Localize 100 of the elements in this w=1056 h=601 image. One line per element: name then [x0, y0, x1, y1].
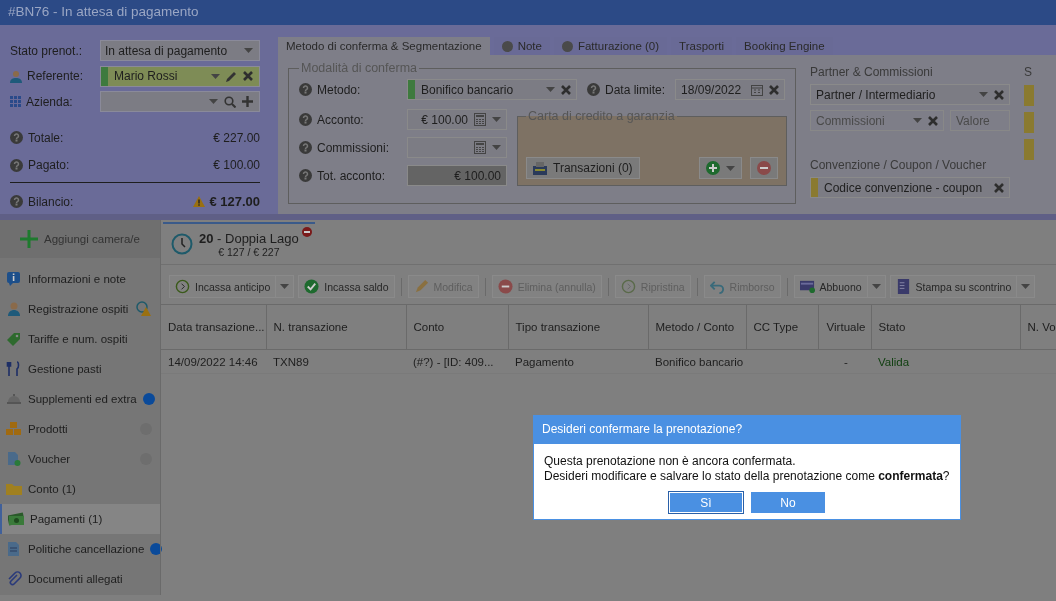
sidebar-item[interactable]: Informazioni e note: [0, 264, 160, 294]
column-header[interactable]: Metodo / Conto: [648, 304, 746, 350]
transactions-button[interactable]: Transazioni (0): [526, 157, 640, 179]
caret-icon: [492, 145, 501, 150]
help-icon: [299, 169, 312, 182]
partner-select[interactable]: Partner / Intermediario: [810, 84, 1010, 105]
clock-icon: [620, 279, 636, 294]
pencil-icon[interactable]: [226, 70, 237, 82]
plus-circle-icon: [706, 161, 720, 175]
close-icon[interactable]: [243, 71, 253, 82]
sidebar-item[interactable]: Gestione pasti: [0, 354, 160, 384]
metodo-select[interactable]: Bonifico bancario: [407, 79, 577, 100]
total-value: € 227.00: [213, 130, 260, 145]
acconto-field[interactable]: € 100.00: [407, 109, 507, 130]
total-label: Pagato:: [28, 158, 70, 173]
table-cell: Pagamento: [508, 349, 648, 374]
column-header[interactable]: Tipo transazione: [508, 304, 648, 350]
help-icon: [299, 83, 312, 96]
dialog-button[interactable]: Sì: [669, 492, 743, 513]
help-icon: [299, 141, 312, 154]
table-cell: TXN89: [266, 349, 406, 374]
search-icon[interactable]: [224, 95, 236, 108]
caret-icon: [492, 117, 501, 122]
status-select[interactable]: In attesa di pagamento: [100, 40, 260, 62]
select-field[interactable]: [1024, 112, 1034, 133]
date-field[interactable]: 18/09/2022: [675, 79, 786, 100]
help-icon: [587, 83, 600, 96]
toolbar-button[interactable]: Incassa anticipo: [169, 275, 295, 298]
minus-circle-icon: [757, 161, 771, 175]
sidebar-item[interactable]: Prodotti: [0, 414, 160, 444]
column-header[interactable]: N. transazione: [266, 304, 406, 350]
document-check-icon: [6, 451, 22, 467]
toolbar-button[interactable]: Incassa saldo: [298, 275, 395, 298]
convention-field[interactable]: Codice convenzione - coupon: [810, 177, 1010, 198]
caret-icon: [1021, 284, 1031, 289]
close-icon[interactable]: [994, 182, 1004, 193]
referente-select[interactable]: Mario Rossi: [100, 65, 260, 87]
close-icon[interactable]: [561, 84, 571, 95]
person-icon: [10, 69, 22, 83]
field-label: Stato prenot.:: [10, 43, 84, 58]
section-heading: Convenzione / Coupon / Voucher: [810, 158, 988, 172]
room-amounts: € 127 / € 227: [218, 245, 280, 258]
caret-icon: [871, 284, 881, 289]
column-header[interactable]: N. Vo: [1020, 304, 1056, 350]
total-value: € 100.00: [213, 158, 260, 173]
caret-icon: [546, 87, 555, 92]
column-header[interactable]: Data transazione...: [161, 304, 266, 350]
remove-icon[interactable]: [302, 227, 312, 237]
field-label: Referente:: [27, 69, 84, 84]
paperclip-icon: [6, 571, 22, 587]
calculator-icon[interactable]: [474, 113, 486, 126]
plus-icon[interactable]: [242, 96, 253, 108]
remove-button[interactable]: [750, 157, 778, 179]
check-icon: [304, 279, 320, 294]
calculator-icon[interactable]: [474, 141, 486, 154]
sidebar-item[interactable]: Registrazione ospiti: [0, 294, 160, 324]
select-field[interactable]: [1024, 139, 1034, 160]
field-label: Data limite:: [605, 82, 666, 97]
dialog-button[interactable]: No: [751, 492, 825, 513]
room-title: 20 - Doppia Lago: [199, 230, 299, 246]
add-room-button[interactable]: Aggiungi camera/e: [0, 220, 160, 258]
close-icon[interactable]: [769, 84, 780, 95]
toolbar-button[interactable]: Abbuono: [793, 275, 886, 298]
undo-arrow-icon: [709, 279, 725, 294]
commissioni-field[interactable]: [407, 137, 507, 158]
commission-select[interactable]: Commissioni: [810, 110, 944, 131]
tag-icon: [6, 331, 22, 347]
column-header[interactable]: Stato: [871, 304, 1020, 350]
sidebar-item[interactable]: Pagamenti (1): [0, 504, 160, 534]
sidebar-item[interactable]: Tariffe e num. ospiti: [0, 324, 160, 354]
calendar-icon[interactable]: [751, 83, 764, 96]
sidebar-item[interactable]: Conto (1): [0, 474, 160, 504]
tab[interactable]: Metodo di conferma & Segmentazione: [278, 37, 490, 55]
azienda-select[interactable]: [100, 91, 260, 113]
close-icon[interactable]: [928, 115, 938, 126]
section-heading: S: [1024, 65, 1033, 79]
sidebar-item[interactable]: Supplementi ed extra: [0, 384, 160, 414]
field-label: Commissioni:: [317, 140, 389, 155]
sidebar-item[interactable]: Voucher: [0, 444, 160, 474]
sidebar-item[interactable]: Politiche cancellazione: [0, 534, 160, 564]
field-label: Tot. acconto:: [317, 168, 386, 183]
field-label: Acconto:: [317, 112, 364, 127]
card-reader-icon: [533, 161, 547, 175]
column-header[interactable]: CC Type: [746, 304, 818, 350]
window-title: #BN76 - In attesa di pagamento: [0, 0, 1056, 25]
banknotes-icon: [8, 511, 24, 527]
close-icon[interactable]: [994, 89, 1004, 100]
caret-icon: [726, 165, 735, 171]
sidebar-item[interactable]: Documenti allegati: [0, 564, 160, 594]
help-icon: [10, 131, 23, 144]
card-icon: [799, 279, 815, 294]
select-field[interactable]: [1024, 85, 1034, 106]
value-field[interactable]: Valore: [950, 110, 1010, 131]
field-label: Metodo:: [317, 82, 361, 97]
add-button[interactable]: [699, 157, 742, 179]
building-icon: [10, 96, 21, 108]
column-header[interactable]: Conto: [406, 304, 508, 350]
toolbar-button[interactable]: Stampa su scontrino: [889, 275, 1036, 298]
column-header[interactable]: Virtuale: [818, 304, 871, 350]
section-heading: Partner & Commissioni: [810, 65, 934, 79]
